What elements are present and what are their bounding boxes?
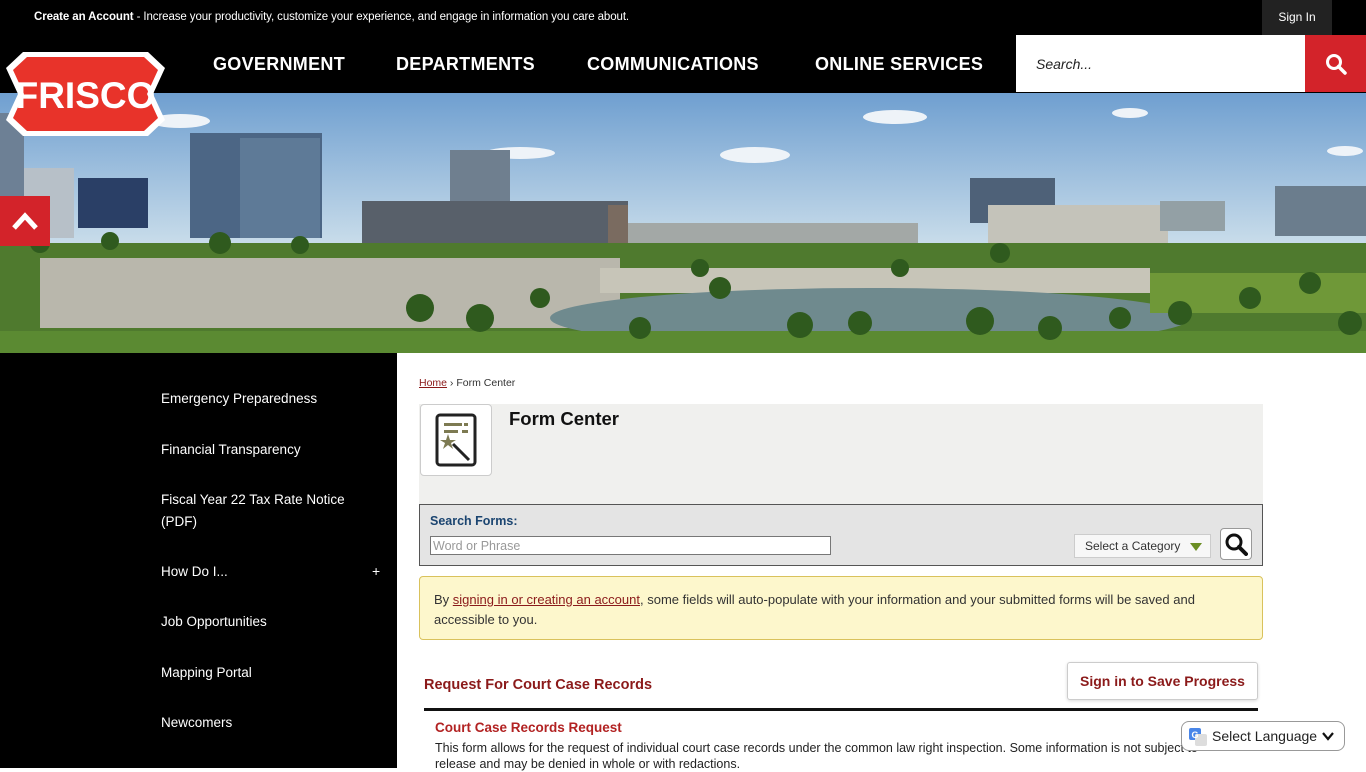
form-search-button[interactable] [1220,528,1252,560]
form-center-icon [420,404,492,476]
account-promo: Create an Account - Increase your produc… [34,11,629,23]
main-nav: GOVERNMENT DEPARTMENTS COMMUNICATIONS ON… [0,35,1366,93]
skyline-photo [0,93,1366,353]
chevron-down-icon [1322,732,1334,741]
breadcrumb: Home › Form Center [419,377,515,389]
form-wand-icon [435,413,477,467]
create-account-link[interactable]: Create an Account [34,11,134,23]
category-select-label: Select a Category [1085,539,1181,553]
form-search-input[interactable] [430,536,831,555]
form-search-panel: Search Forms: Select a Category [419,504,1263,566]
chevron-up-icon [12,212,38,230]
sidebar-item-tax-rate-notice[interactable]: Fiscal Year 22 Tax Rate Notice (PDF) [161,489,351,533]
search-icon [1325,53,1347,75]
logo-text: FRISCO [16,75,156,116]
scroll-to-top-button[interactable] [0,196,50,246]
search-forms-label: Search Forms: [430,514,518,528]
nav-item-government[interactable]: GOVERNMENT [213,35,345,93]
google-translate-icon: G [1189,728,1207,746]
category-divider [424,708,1258,711]
breadcrumb-separator: › [447,377,457,389]
sidebar-item-job-opportunities[interactable]: Job Opportunities [161,611,361,633]
form-link-court-case-records-request[interactable]: Court Case Records Request [435,720,622,735]
sidebar-item-emergency-preparedness[interactable]: Emergency Preparedness [161,388,361,410]
nav-item-communications[interactable]: COMMUNICATIONS [587,35,759,93]
select-language-label: Select Language [1212,728,1318,744]
page-title: Form Center [509,408,619,429]
sign-in-button[interactable]: Sign In [1262,0,1332,35]
sidebar-item-mapping-portal[interactable]: Mapping Portal [161,662,361,684]
sidebar-nav: Emergency Preparedness Financial Transpa… [0,353,397,768]
site-search-button[interactable] [1305,35,1366,92]
category-select[interactable]: Select a Category [1074,534,1211,558]
top-bar: Create an Account - Increase your produc… [0,0,1366,35]
search-icon [1225,533,1248,556]
sidebar-item-how-do-i[interactable]: How Do I... [161,561,361,583]
promo-text: - Increase your productivity, customize … [133,11,630,23]
sign-in-create-account-link[interactable]: signing in or creating an account [453,592,640,607]
nav-item-online-services[interactable]: ONLINE SERVICES [815,35,983,93]
sidebar-item-financial-transparency[interactable]: Financial Transparency [161,439,361,461]
sign-in-save-progress-button[interactable]: Sign in to Save Progress [1067,662,1258,700]
hero-banner [0,93,1366,353]
breadcrumb-home-link[interactable]: Home [419,377,447,389]
sidebar-item-newcomers[interactable]: Newcomers [161,712,361,734]
frisco-logo[interactable]: FRISCO [3,48,168,140]
site-search-input[interactable] [1016,35,1305,92]
nav-item-departments[interactable]: DEPARTMENTS [396,35,535,93]
notice-prefix: By [434,592,453,607]
sign-in-notice: By signing in or creating an account, so… [419,576,1263,640]
svg-text:G: G [1191,730,1198,740]
dropdown-arrow-icon [1190,543,1202,551]
logo-badge: FRISCO [6,52,165,136]
category-title: Request For Court Case Records [424,677,653,693]
expand-how-do-i-button[interactable]: + [372,563,380,579]
form-description: This form allows for the request of indi… [435,741,1198,771]
breadcrumb-current: Form Center [456,377,516,389]
select-language-dropdown[interactable]: G Select Language [1181,721,1345,751]
